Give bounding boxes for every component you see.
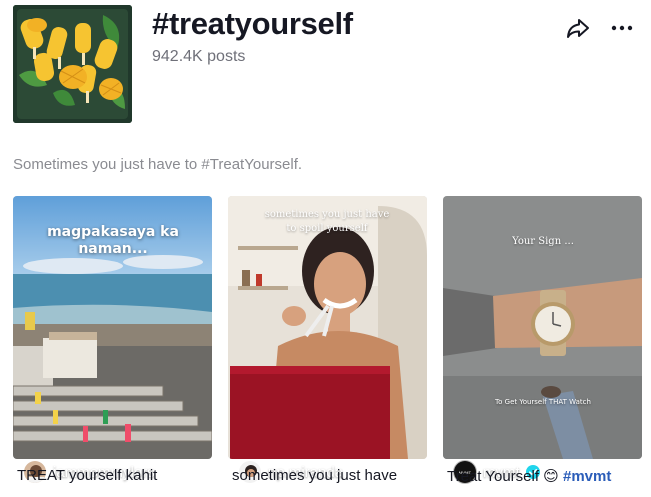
share-arrow-icon (567, 19, 589, 38)
video-caption[interactable]: sometimes you just have (232, 467, 427, 484)
hashtag-cover-image (13, 5, 132, 123)
video-card[interactable]: sometimes you just have to spoil yoursel… (228, 196, 427, 496)
post-count: 942.4K posts (152, 48, 246, 65)
video-overlay-top-text: Your Sign ... (512, 236, 574, 247)
video-thumbnail[interactable]: Your Sign ... To Get Yourself THAT Watch (443, 196, 642, 459)
video-caption[interactable]: Treat Yourself 😊 #mvmt (447, 467, 642, 485)
video-caption-text: Treat Yourself 😊 (447, 468, 563, 485)
video-overlay-bottom-text: To Get Yourself THAT Watch (495, 398, 591, 406)
hashtag-title: #treatyourself (152, 6, 353, 41)
video-thumbnail[interactable]: sometimes you just have to spoil yoursel… (228, 196, 427, 459)
video-card[interactable]: magpakasaya ka naman... iammommylors TRE… (13, 196, 212, 496)
more-options-button[interactable] (609, 15, 635, 41)
hashtag-header: #treatyourself 942.4K posts (13, 5, 638, 123)
more-horizontal-icon (611, 25, 633, 31)
video-thumbnail[interactable]: magpakasaya ka naman... (13, 196, 212, 459)
hashtag-description: Sometimes you just have to #TreatYoursel… (13, 156, 303, 173)
caption-hashtag-link[interactable]: #mvmt (563, 468, 611, 485)
video-overlay-text: sometimes you just have to spoil yoursel… (264, 209, 390, 234)
video-caption[interactable]: TREAT yourself kahit (17, 467, 212, 484)
video-overlay-text: magpakasaya ka naman... (47, 224, 179, 257)
share-button[interactable] (565, 15, 591, 41)
video-grid: magpakasaya ka naman... iammommylors TRE… (13, 196, 643, 496)
video-card[interactable]: Your Sign ... To Get Yourself THAT Watch… (443, 196, 642, 496)
